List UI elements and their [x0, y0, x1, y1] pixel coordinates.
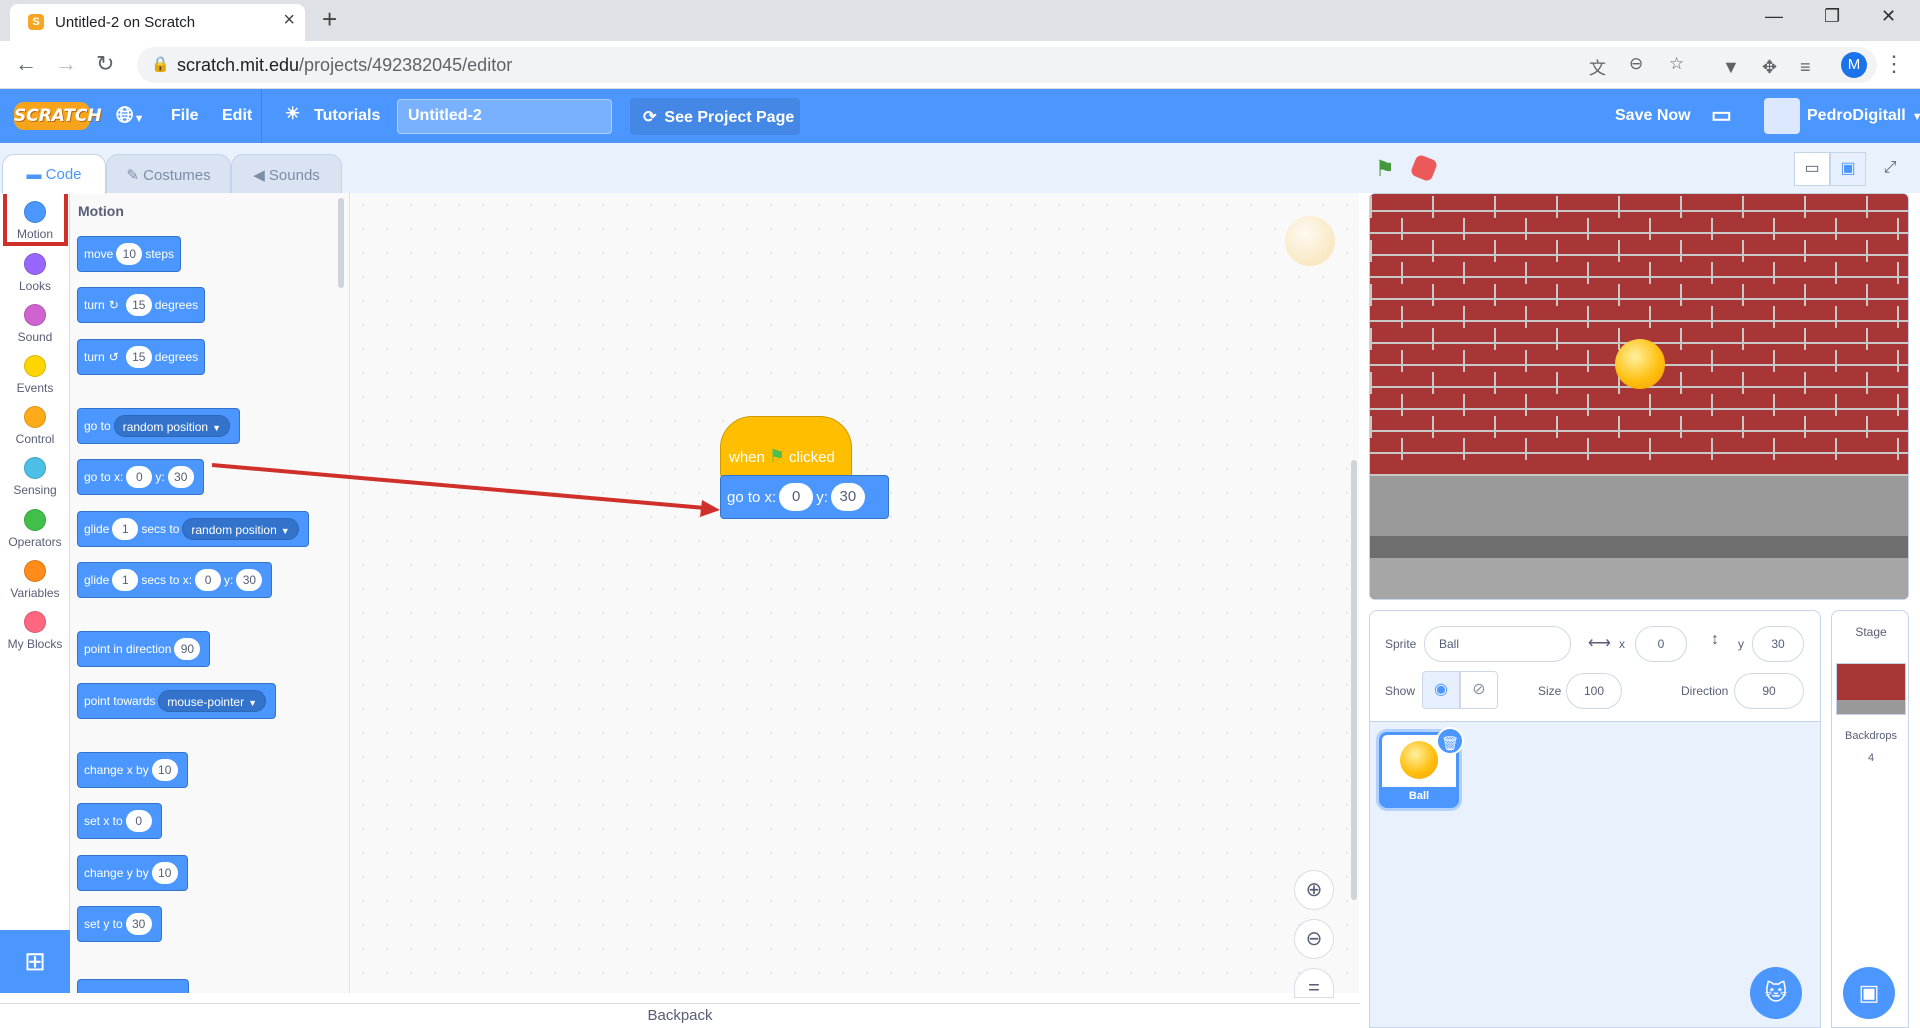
sprite-name-input[interactable]: Ball	[1424, 626, 1571, 662]
brick-row	[1370, 306, 1908, 328]
y-label: y	[1738, 637, 1744, 651]
curb	[1370, 536, 1908, 558]
brick-wall-backdrop	[1370, 194, 1908, 476]
backdrops-count: 4	[1867, 752, 1875, 764]
stage-heading: Stage	[1855, 625, 1887, 639]
brick-row	[1370, 196, 1908, 218]
zoom-out-button[interactable]: ⊖	[1294, 919, 1334, 959]
brick-row	[1370, 262, 1908, 284]
add-backdrop-button[interactable]: ▣	[1843, 967, 1895, 1019]
fullscreen-icon[interactable]: ⤢	[1872, 152, 1908, 186]
arrow-line	[211, 463, 706, 510]
backdrop-thumbnail	[1836, 663, 1906, 715]
stage-selector[interactable]: Stage Backdrops 4	[1831, 610, 1909, 1028]
y-input[interactable]: 30	[1752, 626, 1804, 662]
y-arrows-icon: ↕	[1711, 631, 1719, 648]
brick-row	[1370, 394, 1908, 416]
brick-row	[1370, 438, 1908, 460]
small-stage-button[interactable]: ▭	[1794, 152, 1830, 186]
size-input[interactable]: 100	[1566, 673, 1622, 709]
direction-label: Direction	[1681, 684, 1729, 698]
ball-thumb-image	[1400, 741, 1438, 779]
sprite-label: Sprite	[1385, 637, 1417, 651]
stage-canvas[interactable]	[1369, 193, 1909, 600]
hide-eye-icon[interactable]: ⊘	[1460, 671, 1498, 709]
brick-row	[1370, 240, 1908, 262]
normal-stage-button[interactable]: ▣	[1830, 152, 1866, 186]
backpack-bar[interactable]: Backpack	[0, 1003, 1360, 1028]
brick-row	[1370, 416, 1908, 438]
tab-code[interactable]: ▬ Code	[2, 154, 106, 194]
sidewalk	[1370, 476, 1908, 536]
x-input[interactable]: 0	[1635, 626, 1687, 662]
backdrops-label: Backdrops	[1845, 730, 1897, 742]
show-eye-icon[interactable]: ◉	[1422, 671, 1460, 709]
x-arrows-icon: ⟷	[1588, 635, 1611, 652]
size-label: Size	[1538, 684, 1562, 698]
ball-sprite[interactable]	[1615, 339, 1665, 389]
x-label: x	[1619, 637, 1625, 651]
show-label: Show	[1385, 684, 1416, 698]
direction-input[interactable]: 90	[1734, 673, 1804, 709]
code-tab-icon: ▬	[26, 166, 46, 183]
green-flag-button[interactable]: ⚑	[1375, 156, 1395, 182]
street	[1370, 558, 1908, 599]
brick-row	[1370, 218, 1908, 240]
delete-sprite-icon[interactable]: 🗑︎	[1436, 727, 1464, 755]
brick-row	[1370, 284, 1908, 306]
sprite-thumb-label: Ball	[1382, 787, 1456, 805]
sprite-info-panel: Sprite Ball ⟷ x 0 ↕ y 30 Show ◉ ⊘ Size 1…	[1369, 610, 1821, 722]
add-sprite-button[interactable]: 🐱︎	[1750, 967, 1802, 1019]
zoom-in-button[interactable]: ⊕	[1294, 870, 1334, 910]
arrow-head	[700, 500, 720, 517]
